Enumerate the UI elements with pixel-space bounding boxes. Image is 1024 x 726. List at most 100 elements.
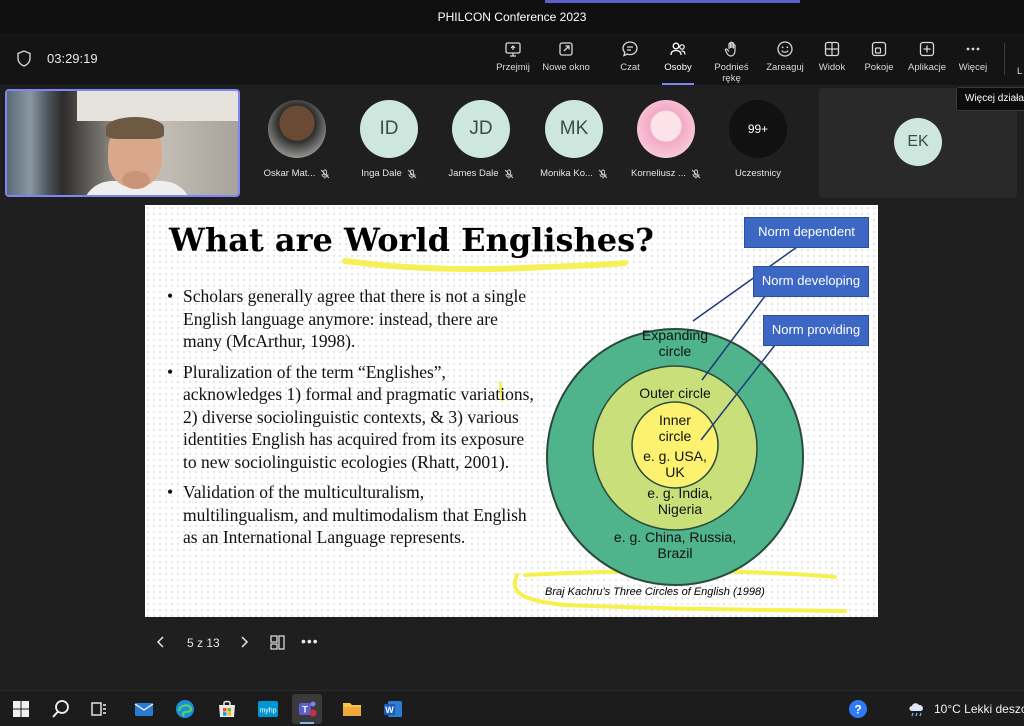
mic-off-icon (407, 169, 417, 178)
weather-text: 10°C Lekki deszc (934, 702, 1024, 716)
apps-label: Aplikacje (907, 62, 947, 73)
inner-circle-example: e. g. USA, UK (643, 448, 707, 480)
presentation-more-button[interactable]: ••• (301, 633, 319, 649)
mic-off-icon (321, 169, 330, 178)
svg-text:T: T (302, 705, 308, 715)
help-icon[interactable]: ? (847, 698, 869, 720)
speaker-hand (122, 171, 150, 189)
rooms-label: Pokoje (864, 62, 894, 73)
share-screen-label: Przejmij (496, 62, 530, 73)
bullet-item: Pluralization of the term “Englishes”, a… (167, 361, 537, 474)
norm-providing-box: Norm providing (763, 315, 869, 346)
view-button[interactable]: Widok (817, 40, 847, 80)
svg-text:myhp: myhp (259, 708, 276, 715)
participants-overflow-tile[interactable]: 99+ Uczestnicy (718, 100, 798, 179)
slide-counter: 5 z 13 (187, 636, 220, 650)
participant-avatar: ID (360, 100, 418, 158)
title-highlight (342, 258, 628, 272)
apps-button[interactable]: Aplikacje (907, 40, 947, 80)
title-accent (545, 0, 800, 3)
search-icon[interactable] (50, 698, 72, 720)
video-ceiling (77, 91, 238, 121)
chat-label: Czat (620, 62, 640, 73)
teams-taskbar-button[interactable]: T (292, 694, 322, 724)
people-icon (670, 42, 686, 56)
edge-icon[interactable] (174, 698, 196, 720)
new-window-button[interactable]: Nowe okno (540, 40, 592, 80)
more-icon (966, 47, 980, 51)
participant-name: Inga Dale (361, 168, 402, 179)
meeting-toolbar: 03:29:19 Przejmij Nowe okno Czat Osoby P… (0, 33, 1024, 85)
leave-button-partial[interactable]: L (1017, 66, 1022, 77)
svg-text:?: ? (854, 703, 861, 717)
windows-taskbar: myhp T W ? 10°C Lekki deszc (0, 690, 1024, 726)
participant-tile[interactable]: JD James Dale (441, 100, 521, 179)
raise-hand-label: Podnieś rękę (714, 62, 749, 84)
participant-avatar: MK (545, 100, 603, 158)
norm-dependent-box: Norm dependent (744, 217, 869, 248)
participants-label: Uczestnicy (735, 168, 781, 179)
rooms-button[interactable]: Pokoje (864, 40, 894, 80)
expanding-circle-example: e. g. China, Russia, Brazil (613, 529, 737, 561)
participant-name: James Dale (448, 168, 499, 179)
rooms-icon (871, 41, 887, 57)
raise-hand-button[interactable]: Podnieś rękę (704, 40, 759, 84)
participant-name: Korneliusz ... (631, 168, 686, 179)
active-speaker-video[interactable] (5, 89, 240, 197)
participant-name: Monika Ko... (540, 168, 593, 179)
participant-photo (268, 100, 326, 158)
bullet-item: Scholars generally agree that there is n… (167, 285, 537, 353)
participant-photo (637, 100, 695, 158)
slide-bullets: Scholars generally agree that there is n… (167, 285, 537, 557)
word-icon[interactable]: W (382, 698, 404, 720)
mic-off-icon (691, 169, 701, 178)
chat-icon (622, 41, 638, 57)
outer-circle-title: Outer circle (639, 385, 711, 401)
participant-tile[interactable]: Korneliusz ... (626, 100, 706, 179)
previous-slide-button[interactable] (153, 634, 169, 650)
react-icon (777, 41, 793, 57)
bullet-item: Validation of the multiculturalism, mult… (167, 481, 537, 549)
mail-icon[interactable] (133, 698, 155, 720)
new-window-label: Nowe okno (542, 62, 590, 73)
speaker-hair (106, 117, 164, 139)
weather-widget[interactable]: 10°C Lekki deszc (906, 700, 1024, 718)
participant-tile[interactable]: MK Monika Ko... (534, 100, 614, 179)
task-view-icon[interactable] (88, 698, 110, 720)
outer-circle-example: e. g. India, Nigeria (647, 485, 713, 517)
store-icon[interactable] (216, 698, 238, 720)
participant-name: Oskar Mat... (263, 168, 316, 179)
slide-grid-button[interactable] (269, 634, 286, 651)
more-button[interactable]: Więcej (957, 40, 989, 80)
window-title: PHILCON Conference 2023 (437, 10, 587, 24)
mic-off-icon (504, 169, 513, 178)
new-window-icon (559, 42, 573, 56)
cloud-rain-icon (909, 703, 923, 717)
file-explorer-icon[interactable] (341, 698, 363, 720)
myhp-icon[interactable]: myhp (257, 698, 279, 720)
react-label: Zareaguj (766, 62, 804, 73)
participant-tile[interactable]: Oskar Mat... (257, 100, 337, 179)
mic-off-icon (598, 169, 608, 178)
view-label: Widok (818, 62, 846, 73)
more-label: Więcej (958, 62, 988, 73)
view-icon (824, 41, 840, 57)
people-label: Osoby (664, 62, 692, 73)
meeting-timer: 03:29:19 (47, 51, 98, 66)
next-slide-button[interactable] (236, 634, 252, 650)
norm-developing-box: Norm developing (753, 266, 869, 297)
react-button[interactable]: Zareaguj (766, 40, 804, 80)
shield-icon (17, 50, 31, 67)
chat-button[interactable]: Czat (616, 40, 644, 80)
svg-text:W: W (385, 705, 394, 715)
apps-icon (919, 41, 935, 57)
share-screen-button[interactable]: Przejmij (494, 40, 532, 80)
participant-avatar: JD (452, 100, 510, 158)
shared-slide: What are World Englishes? Scholars gener… (145, 205, 878, 617)
participants-count: 99+ (729, 100, 787, 158)
participant-tile[interactable]: ID Inga Dale (349, 100, 429, 179)
more-actions-tooltip: Więcej działań (956, 87, 1024, 111)
windows-start-icon[interactable] (10, 698, 32, 720)
diagram-caption: Braj Kachru's Three Circles of English (… (545, 586, 765, 598)
people-button[interactable]: Osoby (660, 40, 696, 85)
